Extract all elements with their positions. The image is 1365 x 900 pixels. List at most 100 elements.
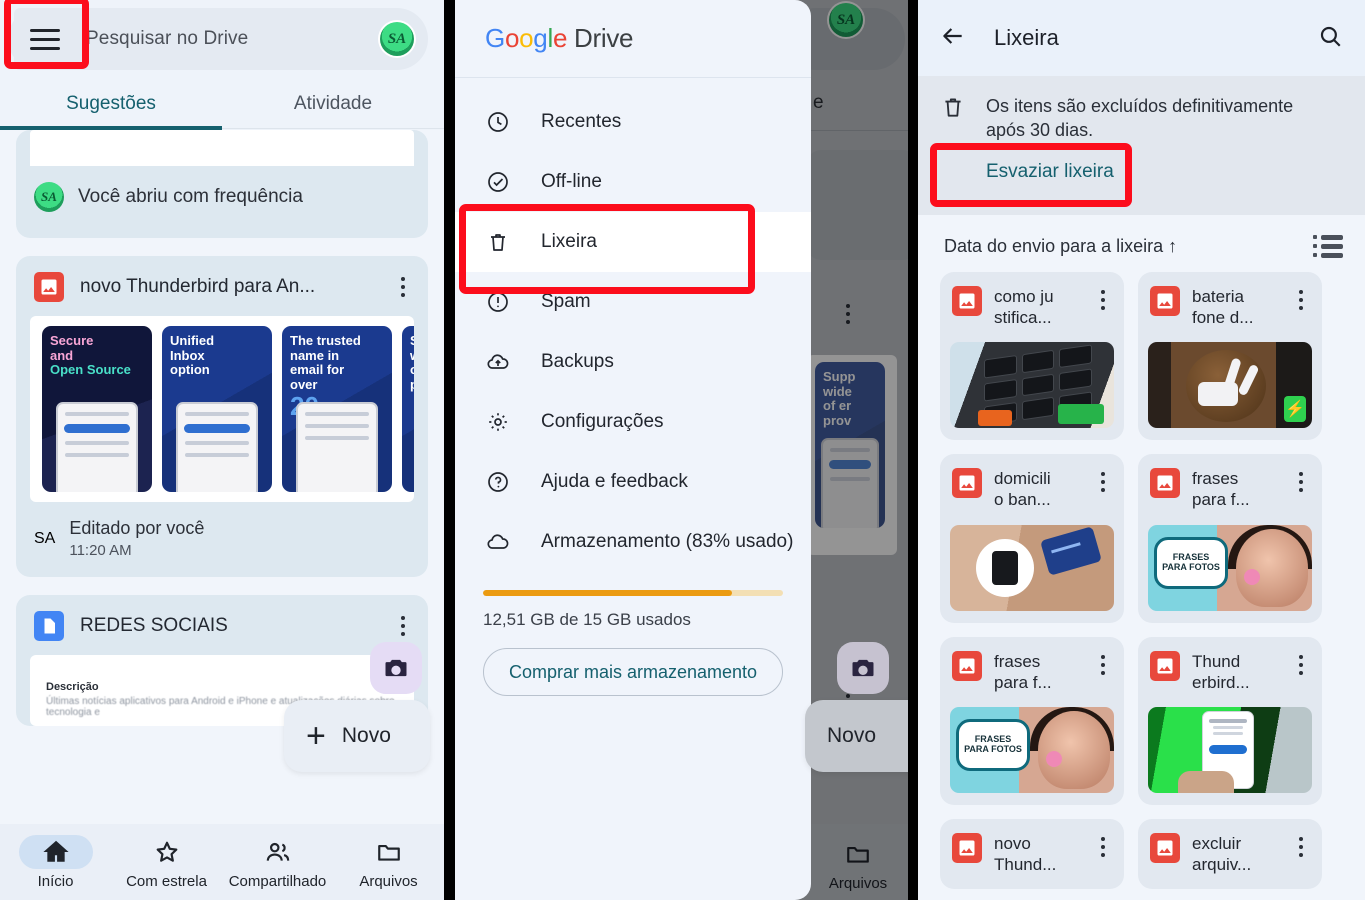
image-file-icon [952,833,982,864]
nav-label: Início [37,872,74,890]
empty-trash-button[interactable]: Esvaziar lixeira [986,151,1118,193]
nav-item-compartilhado[interactable]: Compartilhado [222,824,333,900]
image-file-icon [952,650,982,681]
frequent-card-preview [30,130,414,166]
avatar-initials: SA [380,22,414,56]
bottom-navigation: Início Com estrela Compartilhado Arquivo… [0,824,444,900]
navigation-drawer: Google Drive Recentes Off-line Lixeira S… [455,0,811,900]
drawer-item-offline[interactable]: Off-line [455,152,811,212]
drawer-item-ajuda[interactable]: Ajuda e feedback [455,452,811,512]
storage-usage-text: 12,51 GB de 15 GB usados [483,610,691,629]
list-item[interactable]: frases para f... FRASES PARA FOTOS [940,636,1124,806]
drawer-item-label: Recentes [541,111,622,132]
tile-name-line2: o ban... [994,490,1051,510]
tile-more-icon[interactable] [1092,468,1114,496]
google-drive-logo: Google Drive [485,23,634,54]
drawer-item-lixeira[interactable]: Lixeira [455,212,811,272]
tile-more-icon[interactable] [1290,651,1312,679]
new-fab-label: Novo [341,724,391,747]
list-item[interactable]: frases para f... FRASES PARA FOTOS [1138,454,1322,623]
buy-storage-button[interactable]: Comprar mais armazenamento [483,648,783,696]
panel-trash: Lixeira Os itens são excluídos definitiv… [918,0,1365,900]
file-card-thunderbird[interactable]: novo Thunderbird para An... Secure and O… [16,256,428,577]
avatar[interactable]: SA [378,20,416,58]
nav-item-com-estrela[interactable]: Com estrela [111,824,222,900]
tile-name-line2: arquiv... [1192,855,1252,875]
camera-fab[interactable] [370,642,422,694]
file-card-more-icon[interactable] [392,273,414,301]
tile-name-line2: stifica... [994,307,1052,327]
storage-progress-bar [483,590,783,596]
list-view-icon[interactable] [1313,234,1343,258]
tile-more-icon[interactable] [1092,833,1114,861]
sort-arrow-icon: ↑ [1168,235,1178,256]
drawer-item-label: Armazenamento (83% usado) [541,531,794,552]
file-card-thumbnails[interactable]: Secure and Open Source Unified Inbox opt… [30,316,414,502]
tile-more-icon[interactable] [1290,468,1312,496]
list-item[interactable]: domicili o ban... [940,454,1124,623]
slide-3: The trusted name in email for over 20yea… [282,326,392,492]
image-file-icon [952,468,982,499]
nav-label: Arquivos [359,872,418,890]
drawer-item-configuracoes[interactable]: Configurações [455,392,811,452]
slide-2-line1: Unified [170,333,215,348]
alert-icon [485,289,511,315]
edited-by-label: Editado por você [69,518,205,538]
drawer-item-recentes[interactable]: Recentes [455,92,811,152]
nav-label: Com estrela [126,872,207,890]
tile-name-line1: como ju [994,286,1054,306]
new-fab[interactable]: + Novo [284,700,430,772]
document-file-icon [34,611,64,641]
slide-3-line3: email for [290,362,345,378]
thumbnail-bubble-text: FRASES PARA FOTOS [1154,536,1228,589]
tile-thumbnail: FRASES PARA FOTOS [950,707,1114,794]
sort-control[interactable]: Data do envio para a lixeira ↑ [944,236,1177,257]
tile-thumbnail [950,342,1114,429]
tile-name-line2: Thund... [994,855,1057,875]
nav-item-inicio[interactable]: Início [0,824,111,900]
tile-more-icon[interactable] [1290,833,1312,861]
slide-1-line1: Secure [50,333,94,348]
drawer-item-armazenamento[interactable]: Armazenamento (83% usado) [455,512,811,572]
tile-name-line1: Thund [1192,651,1241,671]
drawer-item-backups[interactable]: Backups [455,332,811,392]
tile-thumbnail: ⚡ [1148,342,1312,429]
menu-button[interactable] [14,8,76,70]
edited-time-label: 11:20 AM [69,542,132,559]
thumbnail-bubble-text: FRASES PARA FOTOS [956,719,1030,772]
list-item[interactable]: Thund erbird... [1138,636,1322,806]
list-item[interactable]: novo Thund... [940,819,1124,890]
tile-more-icon[interactable] [1092,651,1114,679]
list-item[interactable]: bateria fone d... ⚡ [1138,271,1322,441]
clock-icon [485,109,511,135]
drawer-item-label: Configurações [541,411,664,432]
tile-name-line1: domicili [994,469,1051,489]
back-arrow-icon[interactable] [940,23,966,54]
buy-storage-label: Comprar mais armazenamento [508,661,758,682]
tab-sugestoes[interactable]: Sugestões [0,78,222,130]
nav-item-arquivos[interactable]: Arquivos [333,824,444,900]
list-item[interactable]: como ju stifica... [940,271,1124,441]
desc-heading: Descrição [46,681,99,693]
image-file-icon [1150,650,1180,681]
offline-check-icon [485,169,511,195]
drawer-item-label: Lixeira [541,231,597,252]
tile-name-line1: novo [994,834,1031,854]
logo-e: e [552,23,568,53]
tile-more-icon[interactable] [1290,286,1312,314]
tile-more-icon[interactable] [1092,286,1114,314]
doc-card-more-icon[interactable] [392,612,414,640]
drawer-item-spam[interactable]: Spam [455,272,811,332]
logo-g: G [485,23,505,53]
frequent-card[interactable]: SA Você abriu com frequência [16,130,428,238]
trash-top-bar: Lixeira [918,0,1365,76]
list-item[interactable]: excluir arquiv... [1138,819,1322,890]
drawer-header: Google Drive [455,0,811,78]
tab-atividade[interactable]: Atividade [222,78,444,130]
image-file-icon [34,272,64,302]
storage-section: 12,51 GB de 15 GB usados Comprar mais ar… [455,572,811,696]
tile-name-line1: excluir [1192,834,1242,854]
search-icon[interactable] [1317,23,1343,54]
doc-card-header: REDES SOCIAIS [16,595,428,655]
tile-thumbnail [1148,707,1312,794]
